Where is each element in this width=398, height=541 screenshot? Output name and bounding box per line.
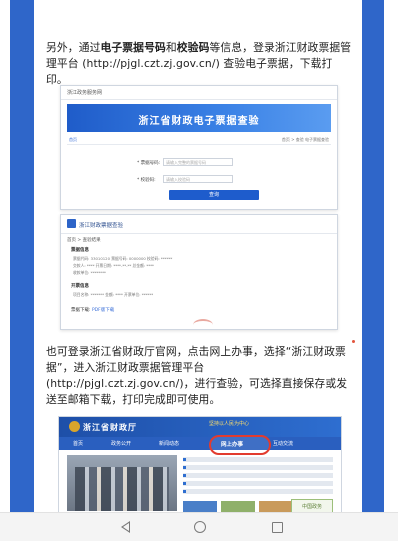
screen: 另外，通过电子票据号码和校验码等信息，登录浙江财政票据管理平台 (http://… [0, 0, 398, 541]
invoice-number-label: * 票据号码: [137, 161, 161, 166]
article-content[interactable]: 另外，通过电子票据号码和校验码等信息，登录浙江财政票据管理平台 (http://… [34, 0, 362, 512]
android-nav-bar [0, 512, 398, 541]
red-annotation [193, 319, 213, 331]
finance-site-title: 浙江省财政厅 [83, 423, 137, 432]
info-line: 收款单位: ******** [73, 270, 106, 275]
text-segment: 另外，通过 [46, 41, 101, 54]
thumb-image [183, 501, 217, 512]
paragraph-verify-intro: 另外，通过电子票据号码和校验码等信息，登录浙江财政票据管理平台 (http://… [46, 40, 354, 88]
screenshot-finance-site: 浙江省财政厅 坚持以人民为中心 首页 政务公开 新闻动态 互动交流 网上办事 中… [58, 416, 342, 512]
thumb-image [259, 501, 293, 512]
red-dot [352, 340, 355, 343]
result-site-title: 浙江财政票据查验 [79, 223, 124, 229]
section-invoice-info: 票据信息 [71, 248, 89, 253]
online-service-highlight: 网上办事 [209, 435, 271, 455]
finance-slogan: 坚持以人民为中心 [209, 421, 250, 427]
finance-header: 浙江省财政厅 坚持以人民为中心 [59, 417, 341, 437]
download-row: 票据下载: PDF版下载 [71, 307, 114, 313]
screenshot-result-page: 浙江财政票据查验 首页 > 查验结果 票据信息 票据代码: 33010120 票… [60, 214, 338, 330]
result-breadcrumb: 首页 > 查验结果 [67, 238, 101, 243]
check-code-field: 请输入校验码 [163, 175, 233, 183]
menu-item: 互动交流 [273, 441, 294, 447]
banner-title: 浙江省财政电子票据查验 [138, 116, 260, 127]
bold-invoice-number: 电子票据号码 [100, 41, 166, 54]
recents-square-icon [271, 521, 283, 533]
info-line: 项目名称: ******* 金额: **** 开票单位: ****** [73, 292, 154, 297]
home-button[interactable] [191, 519, 209, 535]
emblem-icon [69, 421, 80, 432]
right-blue-border [362, 0, 384, 512]
recents-button[interactable] [268, 519, 286, 535]
nav-breadcrumb: 首页 > 查验 电子票据查验 [281, 137, 329, 142]
photo-people [75, 467, 169, 511]
paragraph-official-site: 也可登录浙江省财政厅官网，点击网上办事，选择“浙江财政票据”，进入浙江财政票据管… [46, 345, 348, 406]
thumb-image [221, 501, 255, 512]
menu-item: 新闻动态 [159, 441, 180, 447]
section-issue-info: 开票信息 [71, 284, 89, 289]
home-circle-icon [194, 521, 206, 533]
news-list [183, 457, 333, 497]
download-label: 票据下载: [71, 308, 91, 313]
info-line: 票据代码: 33010120 票据号码: 0000000 校验码: ****** [73, 256, 173, 261]
check-code-row: * 校验码: 请输入校验码 [137, 175, 287, 184]
verify-nav: 首页 首页 > 查验 电子票据查验 [67, 136, 331, 145]
verify-banner: 浙江省财政电子票据查验 [67, 104, 331, 132]
bold-check-code: 校验码 [176, 41, 210, 54]
invoice-number-row: * 票据号码: 请输入完整的票据号码 [137, 158, 287, 167]
text-segment: 和 [165, 41, 177, 54]
highlight-label: 网上办事 [221, 442, 244, 448]
site-topbar: 浙江政务服务网 [61, 86, 337, 100]
nav-home: 首页 [69, 137, 77, 142]
menu-item: 首页 [73, 441, 84, 447]
result-header: 浙江财政票据查验 [61, 215, 337, 234]
back-triangle-icon [120, 521, 130, 533]
check-code-label: * 校验码: [137, 178, 156, 183]
news-line [183, 473, 333, 478]
left-blue-border [10, 0, 34, 512]
news-line [183, 489, 333, 494]
news-line [183, 481, 333, 486]
gov-badge: 中国政务 [291, 499, 333, 512]
invoice-number-field: 请输入完整的票据号码 [163, 158, 233, 166]
logo-icon [67, 219, 76, 228]
menu-item: 政务公开 [111, 441, 132, 447]
download-link: PDF版下载 [91, 308, 115, 313]
screenshot-verify-page: 浙江政务服务网 浙江省财政电子票据查验 首页 首页 > 查验 电子票据查验 * … [60, 85, 338, 210]
back-button[interactable] [116, 519, 134, 535]
finance-menu: 首页 政务公开 新闻动态 互动交流 [59, 437, 341, 450]
query-button: 查询 [169, 190, 259, 200]
news-line [183, 465, 333, 470]
info-line: 交款人: **** 开票日期: ****-**-** 总金额: **** [73, 263, 154, 268]
news-line [183, 457, 333, 462]
